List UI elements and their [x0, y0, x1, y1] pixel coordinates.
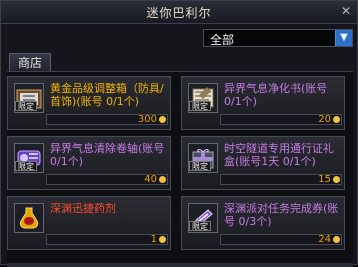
limited-badge: 限定: [15, 101, 37, 111]
item-name: 异界气息净化书(账号 0/1个): [224, 82, 328, 108]
coin-icon: [159, 116, 166, 123]
item-price-bar: 24: [220, 234, 342, 245]
item-price-bar: 1: [46, 234, 168, 245]
filter-selected-value: 全部: [210, 33, 235, 47]
tab-shop[interactable]: 商店: [9, 53, 51, 72]
item-price: 300: [137, 114, 157, 125]
shop-item-card[interactable]: 限定 黄金品级调整箱（防具/首饰)(账号 0/1个) 300: [7, 76, 171, 130]
title-bar: 迷你巴利尔 ✕: [1, 1, 357, 24]
shop-item-card[interactable]: 限定 异界气息清除卷轴(账号 0/1个) 40: [7, 136, 171, 190]
coin-icon: [333, 176, 340, 183]
coin-icon: [333, 116, 340, 123]
item-price-bar: 40: [46, 174, 168, 185]
item-price-bar: 20: [220, 114, 342, 125]
item-price: 40: [144, 174, 157, 185]
item-price: 15: [318, 174, 331, 185]
limited-badge: 限定: [189, 221, 211, 231]
potion-icon: [14, 203, 44, 233]
chevron-down-icon[interactable]: ▼: [335, 30, 352, 46]
shop-panel: 限定 黄金品级调整箱（防具/首饰)(账号 0/1个) 300 限定 异界气息净化…: [7, 71, 353, 267]
category-filter-dropdown[interactable]: 全部 ▼: [203, 29, 353, 47]
shop-item-card[interactable]: 限定 深渊派对任务完成券(账号 0/3个) 24: [181, 196, 345, 250]
coin-icon: [333, 236, 340, 243]
item-name: 异界气息清除卷轴(账号 0/1个): [50, 142, 165, 168]
item-name: 时空隧道专用通行证礼盒(账号1天 0/1个): [224, 142, 334, 168]
shop-item-card[interactable]: 限定 异界气息净化书(账号 0/1个) 20: [181, 76, 345, 130]
shop-item-card[interactable]: 深渊迅捷药剂 1: [7, 196, 171, 250]
item-price-bar: 15: [220, 174, 342, 185]
item-price-bar: 300: [46, 114, 168, 125]
coin-icon: [159, 176, 166, 183]
item-name: 深渊派对任务完成券(账号 0/3个): [224, 202, 339, 228]
limited-badge: 限定: [189, 161, 211, 171]
shop-window: 迷你巴利尔 ✕ 全部 ▼ 商店 限定 黄金品级调整箱（防具/首饰)(账号 0/1…: [0, 0, 358, 267]
item-name: 深渊迅捷药剂: [50, 202, 116, 215]
panel-bottom-strip: [7, 263, 353, 267]
item-name: 黄金品级调整箱（防具/首饰)(账号 0/1个): [50, 82, 164, 108]
coin-icon: [159, 236, 166, 243]
item-price: 1: [150, 234, 157, 245]
limited-badge: 限定: [189, 101, 211, 111]
item-price: 24: [318, 234, 331, 245]
limited-badge: 限定: [15, 161, 37, 171]
close-button[interactable]: ✕: [339, 4, 353, 18]
shop-item-card[interactable]: 限定 时空隧道专用通行证礼盒(账号1天 0/1个) 15: [181, 136, 345, 190]
item-price: 20: [318, 114, 331, 125]
window-title: 迷你巴利尔: [146, 6, 212, 20]
